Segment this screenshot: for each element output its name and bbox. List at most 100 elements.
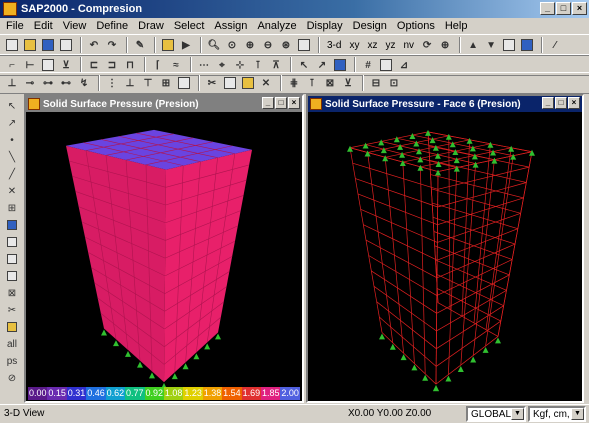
show-stress-icon[interactable]: ↯ <box>76 75 92 91</box>
section-icon[interactable]: ⊏ <box>86 57 102 73</box>
snap-line-icon[interactable]: ↗ <box>314 57 330 73</box>
viewport-minimize-button[interactable]: _ <box>262 97 274 109</box>
show-deformed-icon[interactable]: ⊶ <box>40 75 56 91</box>
pan-icon[interactable]: ⊛ <box>278 37 294 53</box>
extrude-icon[interactable] <box>378 57 394 73</box>
menu-options[interactable]: Options <box>397 20 435 32</box>
draw-frame-icon[interactable]: ╲ <box>5 151 19 163</box>
quick-frame-icon[interactable]: ╱ <box>5 168 19 180</box>
solid-model-canvas[interactable]: 0.00 0.15 0.31 0.46 0.62 0.77 0.92 1.08 … <box>26 112 302 401</box>
assign-support-icon[interactable]: ⊻ <box>58 57 74 73</box>
units-select[interactable]: Kgf, cm, C ▼ <box>528 406 586 422</box>
perspective-icon[interactable]: ⊕ <box>437 37 453 53</box>
assign-joint-icon[interactable]: ⌐ <box>4 57 20 73</box>
show-forces-icon[interactable]: ⊷ <box>58 75 74 91</box>
reshape-icon[interactable]: ↗ <box>5 117 19 129</box>
viewport-maximize-button[interactable]: □ <box>555 97 567 109</box>
show-loads-icon[interactable]: ⊸ <box>22 75 38 91</box>
viewport-close-button[interactable]: × <box>288 97 300 109</box>
down-arrow-icon[interactable]: ▼ <box>483 37 499 53</box>
assign-frame-icon[interactable]: ⊢ <box>22 57 38 73</box>
draw-solid-icon[interactable] <box>5 270 19 282</box>
zoom-out-icon[interactable]: ⊖ <box>260 37 276 53</box>
draw-link-icon[interactable]: ⊞ <box>5 202 19 214</box>
redo-icon[interactable]: ↷ <box>104 37 120 53</box>
wireframe-canvas[interactable] <box>308 112 582 401</box>
menu-assign[interactable]: Assign <box>214 20 247 32</box>
menu-view[interactable]: View <box>63 20 87 32</box>
chevron-down-icon[interactable]: ▼ <box>511 408 524 420</box>
menu-draw[interactable]: Draw <box>138 20 164 32</box>
assign-area-icon[interactable] <box>40 57 56 73</box>
view-nv-button[interactable]: nv <box>400 37 417 53</box>
show-joints-icon[interactable]: ⋮ <box>104 75 120 91</box>
previous-selection-label[interactable]: ps <box>5 355 19 367</box>
show-solids-icon[interactable] <box>176 75 192 91</box>
up-arrow-icon[interactable]: ▲ <box>465 37 481 53</box>
show-support-icon[interactable]: ⊥ <box>122 75 138 91</box>
show-areas-icon[interactable]: ⊞ <box>158 75 174 91</box>
show-frames-icon[interactable]: ⊤ <box>140 75 156 91</box>
chevron-down-icon[interactable]: ▼ <box>571 408 584 420</box>
grid-toggle-icon[interactable]: # <box>360 57 376 73</box>
load-icon[interactable]: ⊓ <box>122 57 138 73</box>
grid-icon[interactable] <box>501 37 517 53</box>
maximize-button[interactable]: □ <box>556 2 571 15</box>
menu-edit[interactable]: Edit <box>34 20 53 32</box>
merge-icon[interactable]: ⊺ <box>304 75 320 91</box>
viewport-solid-pressure[interactable]: Solid Surface Pressure (Presion) _ □ × 0… <box>24 94 304 403</box>
viewport-maximize-button[interactable]: □ <box>275 97 287 109</box>
draw-area-icon[interactable] <box>5 219 19 231</box>
copy-icon[interactable] <box>222 75 238 91</box>
move-icon[interactable]: ⊡ <box>386 75 402 91</box>
divide-icon[interactable]: ⋕ <box>286 75 302 91</box>
open-folder-icon[interactable] <box>22 37 38 53</box>
paste-icon[interactable] <box>240 75 256 91</box>
snap-end-icon[interactable] <box>332 57 348 73</box>
menu-select[interactable]: Select <box>174 20 205 32</box>
viewport-minimize-button[interactable]: _ <box>542 97 554 109</box>
select-previous-icon[interactable]: ⊺ <box>250 57 266 73</box>
close-button[interactable]: × <box>572 2 587 15</box>
align-icon[interactable]: ⊟ <box>368 75 384 91</box>
select-all-label[interactable]: all <box>5 338 19 350</box>
quick-area-icon[interactable] <box>5 253 19 265</box>
select-all-icon[interactable]: ⋯ <box>196 57 212 73</box>
save-icon[interactable] <box>40 37 56 53</box>
undo-icon[interactable]: ↶ <box>86 37 102 53</box>
menu-design[interactable]: Design <box>353 20 387 32</box>
view-yz-button[interactable]: yz <box>382 37 398 53</box>
coordinate-system-select[interactable]: GLOBAL ▼ <box>466 406 526 422</box>
show-undeformed-icon[interactable]: ⊥ <box>4 75 20 91</box>
rotate-icon[interactable]: ⟳ <box>419 37 435 53</box>
dimension-icon[interactable] <box>5 321 19 333</box>
menu-define[interactable]: Define <box>96 20 128 32</box>
select-clear-icon[interactable]: ⊼ <box>268 57 284 73</box>
check-icon[interactable] <box>519 37 535 53</box>
print-icon[interactable] <box>58 37 74 53</box>
new-file-icon[interactable] <box>4 37 20 53</box>
release-icon[interactable]: ⊐ <box>104 57 120 73</box>
view-xy-button[interactable]: xy <box>346 37 362 53</box>
cable-icon[interactable]: ≈ <box>168 57 184 73</box>
lock-icon[interactable] <box>160 37 176 53</box>
draw-rect-area-icon[interactable] <box>5 236 19 248</box>
draw-brace-icon[interactable]: ✕ <box>5 185 19 197</box>
section-cut-icon[interactable]: ✂ <box>5 304 19 316</box>
pencil-icon[interactable]: ✎ <box>132 37 148 53</box>
menu-file[interactable]: File <box>6 20 24 32</box>
edit-icon[interactable]: ⊻ <box>340 75 356 91</box>
menu-analyze[interactable]: Analyze <box>257 20 296 32</box>
zoom-restore-icon[interactable]: ⊙ <box>224 37 240 53</box>
pointer-icon[interactable]: ↖ <box>5 100 19 112</box>
frame-icon[interactable]: ⌈ <box>150 57 166 73</box>
menu-help[interactable]: Help <box>445 20 468 32</box>
options-icon[interactable]: ⁄ <box>547 37 563 53</box>
zoom-in-icon[interactable]: ⊕ <box>242 37 258 53</box>
refresh-icon[interactable] <box>296 37 312 53</box>
view-3d-button[interactable]: 3-d <box>324 37 344 53</box>
viewport-close-button[interactable]: × <box>568 97 580 109</box>
delete-icon[interactable]: ✕ <box>258 75 274 91</box>
clear-selection-icon[interactable]: ⊘ <box>5 372 19 384</box>
quick-solid-icon[interactable]: ⊠ <box>5 287 19 299</box>
